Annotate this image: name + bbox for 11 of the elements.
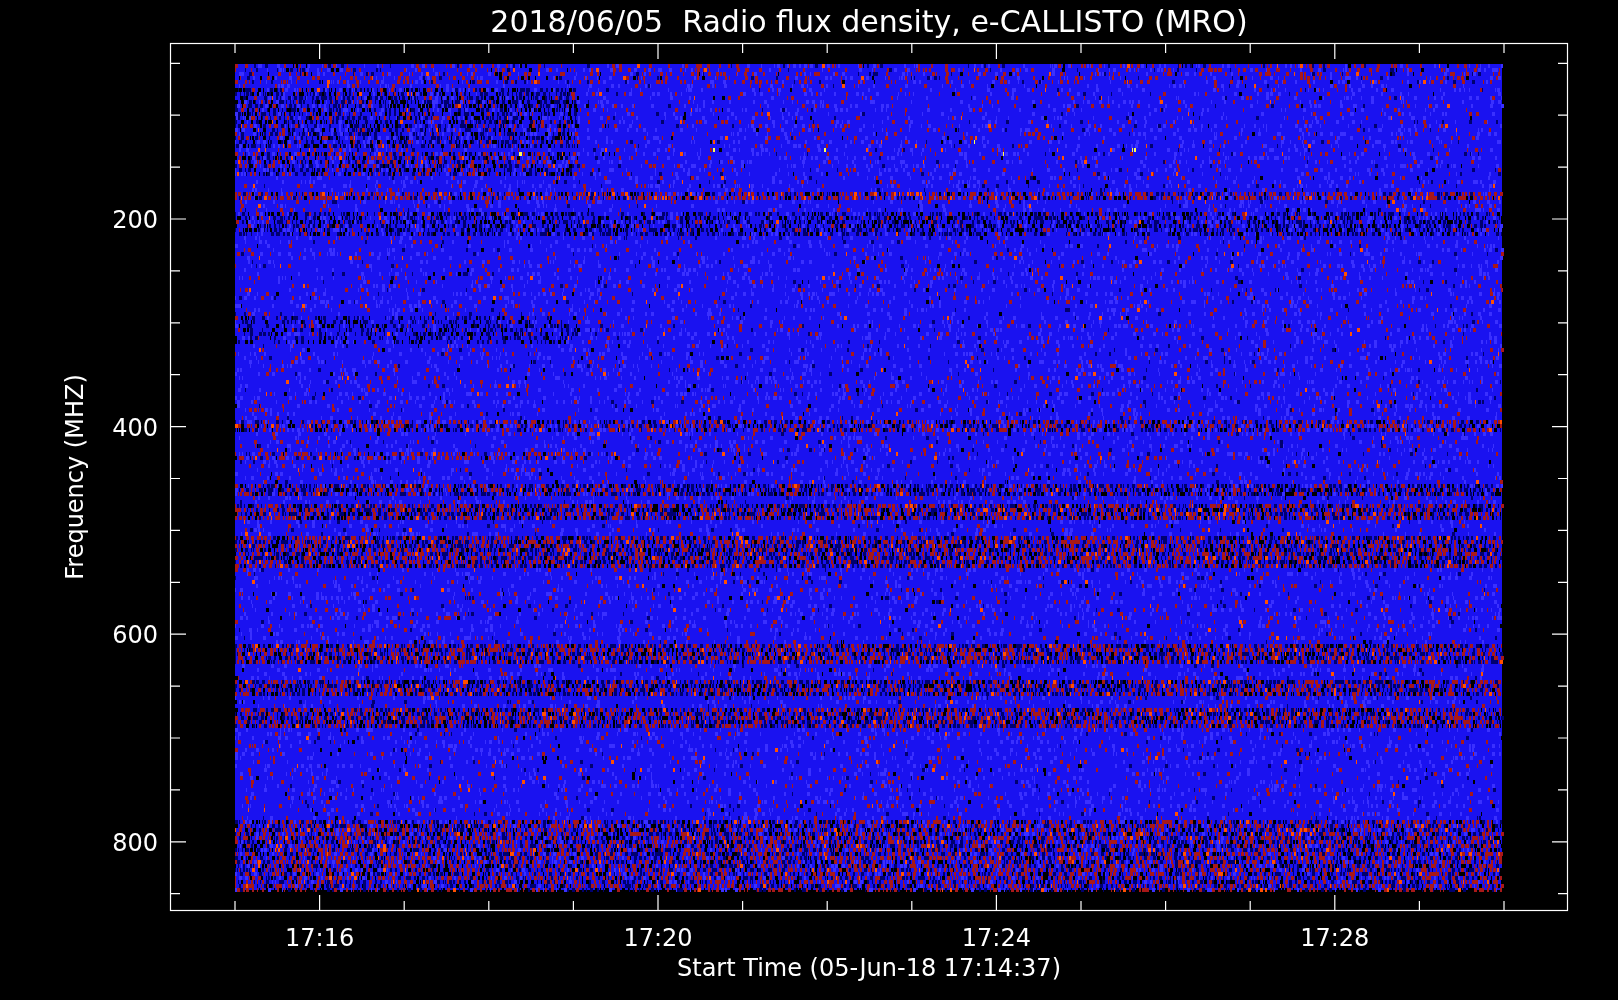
axis-title: Start Time (05-Jun-18 17:14:37)	[677, 954, 1061, 982]
tick-label: 400	[112, 413, 158, 442]
axis-title: Frequency (MHZ)	[61, 374, 89, 580]
tick-label: 17:20	[623, 924, 693, 952]
tick-label: 17:24	[961, 924, 1031, 952]
tick-label: 200	[112, 206, 158, 234]
tick-label: 800	[112, 828, 158, 857]
tick-label: 17:16	[285, 924, 355, 952]
tick-label: 17:28	[1300, 924, 1370, 952]
tick-label: 600	[112, 621, 158, 650]
chart-title: 2018/06/05 Radio flux density, e-CALLISTO (MRO)	[490, 4, 1248, 39]
